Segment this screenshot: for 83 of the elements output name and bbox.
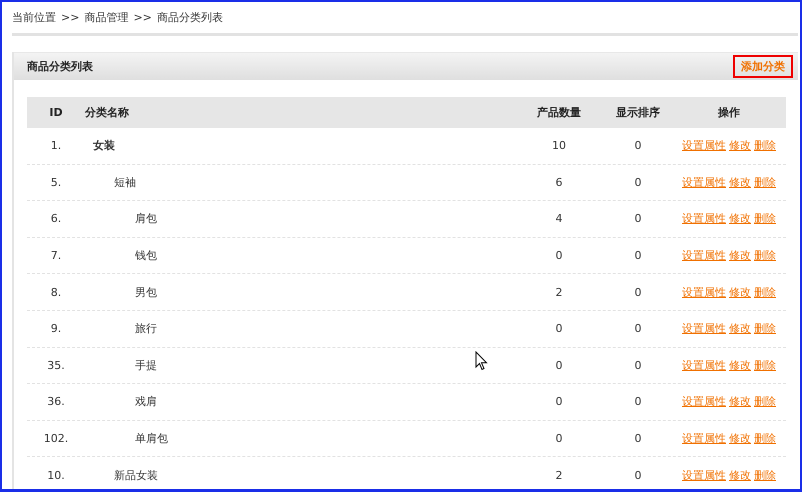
- table-cell: 新品女装: [114, 468, 158, 483]
- table-cell-text: 0: [554, 249, 564, 262]
- column-header: 操作: [716, 105, 741, 120]
- action-link[interactable]: 设置属性: [682, 284, 726, 300]
- table-cell: 单肩包: [135, 431, 168, 446]
- action-link[interactable]: 设置属性: [682, 394, 726, 410]
- table-cell-text: 9.: [50, 322, 62, 336]
- action-link[interactable]: 修改: [729, 431, 751, 446]
- table-cell-text: 0: [554, 358, 564, 372]
- table-cell-text: 36.: [46, 395, 66, 408]
- table-cell: 旅行: [135, 321, 157, 336]
- column-header: ID: [48, 106, 64, 119]
- table-cell-text: 0: [634, 322, 642, 336]
- table-cell: 戏肩: [135, 394, 157, 410]
- action-link[interactable]: 删除: [754, 284, 776, 300]
- column-header: 分类名称: [85, 105, 129, 120]
- table-cell-text: 8.: [50, 286, 62, 299]
- action-link[interactable]: 删除: [754, 321, 776, 336]
- table-cell: 钱包: [135, 248, 157, 264]
- table-cell-text: 2: [554, 286, 564, 299]
- action-link[interactable]: 删除: [754, 138, 776, 154]
- table-cell-text: 6: [554, 176, 564, 189]
- table-cell-text: 7.: [50, 249, 62, 262]
- action-link[interactable]: 删除: [754, 211, 776, 226]
- breadcrumb-separator: >>: [133, 11, 152, 24]
- breadcrumb-item: 商品管理: [84, 10, 128, 25]
- action-link[interactable]: 删除: [754, 468, 776, 483]
- column-header: 产品数量: [536, 105, 582, 120]
- breadcrumb-item: 当前位置: [12, 10, 56, 25]
- action-link[interactable]: 修改: [729, 394, 751, 410]
- action-link[interactable]: 设置属性: [682, 174, 726, 190]
- table-cell-text: 102.: [42, 432, 70, 446]
- action-link[interactable]: 设置属性: [682, 431, 726, 446]
- table-cell-text: 35.: [46, 358, 66, 372]
- breadcrumb-separator: >>: [61, 11, 80, 24]
- table-cell-text: 0: [634, 395, 642, 408]
- table-cell-text: 10: [551, 139, 567, 152]
- action-link[interactable]: 修改: [729, 138, 751, 154]
- table-cell-text: 6.: [50, 212, 62, 226]
- table-cell-text: 0: [634, 139, 642, 152]
- column-header: 显示排序: [615, 105, 661, 120]
- action-link[interactable]: 删除: [754, 394, 776, 410]
- table-cell-text: 5.: [50, 176, 62, 189]
- breadcrumb-item: 商品分类列表: [156, 10, 223, 25]
- action-link[interactable]: 修改: [729, 174, 751, 190]
- table-cell-text: 0: [634, 176, 642, 189]
- action-link[interactable]: 删除: [754, 174, 776, 190]
- add-category-button[interactable]: 添加分类: [733, 55, 793, 78]
- table-cell-text: 0: [634, 358, 642, 372]
- panel-title: 商品分类列表: [27, 59, 93, 74]
- table-cell-text: 10.: [46, 468, 66, 482]
- table-cell-text: 0: [634, 468, 642, 482]
- table-cell-text: 1.: [50, 139, 62, 152]
- table-cell: 手提: [135, 358, 157, 373]
- table-cell-text: 0: [634, 249, 642, 262]
- action-link[interactable]: 修改: [729, 248, 751, 264]
- table-cell: 女装: [93, 138, 115, 154]
- table-cell-text: 0: [554, 395, 564, 408]
- action-link[interactable]: 修改: [729, 468, 751, 483]
- table-cell-text: 0: [634, 432, 642, 446]
- action-link[interactable]: 修改: [729, 358, 751, 373]
- action-link[interactable]: 设置属性: [682, 358, 726, 373]
- table-cell: 男包: [135, 284, 157, 300]
- mouse-cursor-icon: [475, 351, 488, 371]
- table-cell-text: 2: [554, 468, 564, 482]
- action-link[interactable]: 删除: [754, 431, 776, 446]
- action-link[interactable]: 设置属性: [682, 138, 726, 154]
- action-link[interactable]: 设置属性: [682, 468, 726, 483]
- action-link[interactable]: 设置属性: [682, 321, 726, 336]
- table-cell: 短袖: [114, 174, 136, 190]
- table-cell-text: 0: [554, 322, 564, 336]
- table-cell-text: 0: [634, 286, 642, 299]
- action-link[interactable]: 删除: [754, 358, 776, 373]
- action-link[interactable]: 修改: [729, 284, 751, 300]
- table-cell-text: 0: [634, 212, 642, 226]
- action-link[interactable]: 设置属性: [682, 248, 726, 264]
- action-link[interactable]: 设置属性: [682, 211, 726, 226]
- action-link[interactable]: 修改: [729, 321, 751, 336]
- action-link[interactable]: 修改: [729, 211, 751, 226]
- action-link[interactable]: 删除: [754, 248, 776, 264]
- table-cell: 肩包: [135, 211, 157, 226]
- table-cell-text: 0: [554, 432, 564, 446]
- table-cell-text: 4: [554, 212, 564, 226]
